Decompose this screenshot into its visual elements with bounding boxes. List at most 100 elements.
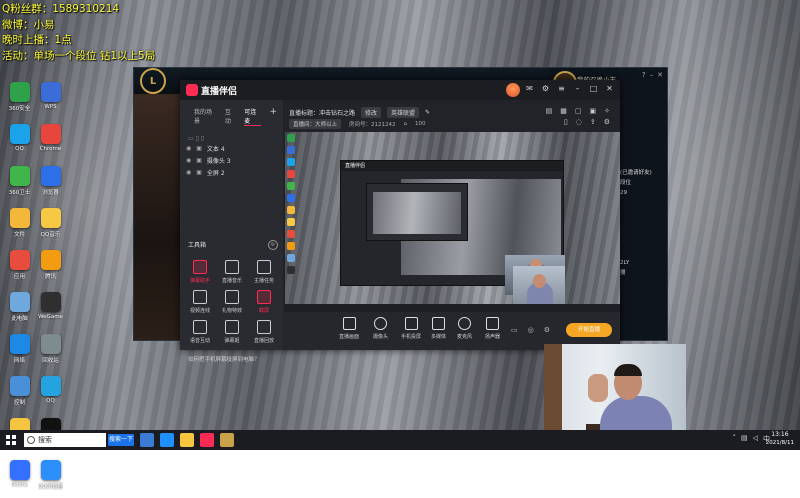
desktop-icon[interactable]: 浏览器 bbox=[35, 166, 66, 204]
clock-date: 2021/8/11 bbox=[765, 440, 794, 446]
tab-interact[interactable]: 互动 bbox=[225, 107, 236, 126]
desktop-icon[interactable]: 网络 bbox=[4, 334, 35, 372]
clock[interactable]: 13:16 2021/8/11 bbox=[766, 431, 794, 447]
settings-icon[interactable]: ⚙ bbox=[541, 84, 550, 93]
volume-icon[interactable]: ◁ bbox=[753, 434, 758, 444]
settings-icon[interactable]: ◎ bbox=[528, 326, 534, 334]
start-live-button[interactable]: 开始直播 bbox=[566, 323, 612, 337]
tool-item[interactable]: 视频连线 bbox=[184, 290, 216, 314]
desktop-icon[interactable]: 文件 bbox=[4, 208, 35, 246]
desktop-icon[interactable]: 360卫士 bbox=[4, 166, 35, 204]
desktop-icon[interactable]: 此电脑 bbox=[4, 292, 35, 330]
lol-app-icon[interactable] bbox=[220, 433, 234, 447]
minimize-icon[interactable]: – bbox=[573, 84, 582, 93]
edge-icon[interactable] bbox=[160, 433, 174, 447]
livestream-companion-window[interactable]: 直播伴侣 ✉ ⚙ ≡ – □ ✕ 我的场景 互动 可连麦 + ▭ ▯ ▯ ◉ ▣… bbox=[180, 80, 620, 350]
desktop-icon[interactable]: 回收站 bbox=[35, 334, 66, 372]
close-icon[interactable]: ✕ bbox=[657, 71, 663, 79]
add-scene-button[interactable]: + bbox=[269, 107, 277, 126]
lol-side-text: (已邀请好友) 段位 29 2LY 搜 bbox=[620, 100, 664, 278]
desktop-icon[interactable]: QQ浏览器 bbox=[35, 460, 66, 498]
phone-cast-button[interactable]: 手机投屏 bbox=[401, 317, 421, 340]
tool-icon bbox=[225, 260, 239, 274]
windows-start-icon[interactable] bbox=[6, 435, 16, 445]
message-icon[interactable]: ✉ bbox=[525, 84, 534, 93]
stream-preview[interactable]: 直播伴侣 bbox=[285, 132, 620, 312]
lock-icon[interactable]: ▣ bbox=[196, 157, 202, 164]
tab-my-scenes[interactable]: 我的场景 bbox=[194, 107, 217, 126]
tool-item[interactable]: 直播回放 bbox=[248, 320, 280, 344]
tool-item[interactable]: 直播音乐 bbox=[216, 260, 248, 284]
desktop-icon[interactable]: QQ音乐 bbox=[35, 208, 66, 246]
lock-icon[interactable]: ▣ bbox=[196, 169, 202, 176]
gear-icon[interactable]: ⚙ bbox=[268, 240, 278, 250]
close-icon[interactable]: ✕ bbox=[605, 84, 614, 93]
category-pill[interactable]: 英雄联盟 bbox=[387, 107, 420, 118]
desktop-icon[interactable]: 控制 bbox=[4, 376, 35, 414]
media-button[interactable]: 多媒体 bbox=[431, 317, 446, 340]
minimize-icon[interactable]: – bbox=[650, 71, 654, 79]
screen-capture-button[interactable]: 直播画面 bbox=[339, 317, 359, 340]
speaker-button[interactable]: 扬声器 bbox=[485, 317, 500, 340]
desktop-icon[interactable]: Feishu bbox=[4, 460, 35, 498]
desktop-icon[interactable]: 腾讯 bbox=[35, 250, 66, 288]
maximize-icon[interactable]: □ bbox=[589, 84, 598, 93]
help-icon[interactable]: ? bbox=[642, 71, 646, 79]
desktop-icon-label: QQ浏览器 bbox=[37, 484, 64, 490]
microphone-button[interactable]: 麦克风 bbox=[457, 317, 472, 340]
desktop-icon[interactable]: 应用 bbox=[4, 250, 35, 288]
camera-button[interactable]: 摄像头 bbox=[373, 317, 388, 340]
tool-label: 视频连线 bbox=[189, 308, 210, 314]
task-view-icon[interactable] bbox=[140, 433, 154, 447]
app-icon bbox=[40, 124, 61, 144]
eye-icon[interactable]: ◉ bbox=[186, 145, 191, 152]
tool-item[interactable]: 截屏 bbox=[248, 290, 280, 314]
desktop-icon-label: 应用 bbox=[13, 274, 25, 280]
desktop-icon[interactable]: 360安全 bbox=[4, 82, 35, 120]
source-item[interactable]: ◉ ▣ 文本 4 bbox=[186, 142, 283, 154]
network-icon[interactable]: ▤ bbox=[741, 434, 748, 444]
tab-co-host[interactable]: 可连麦 bbox=[244, 107, 262, 126]
live-info-row: 直播标题：冲击钻石之路 修改 英雄联盟 ✎ bbox=[289, 107, 430, 118]
pencil-icon[interactable]: ✎ bbox=[425, 109, 430, 116]
up-arrow-icon[interactable]: ˄ bbox=[732, 434, 736, 444]
lol-logo-icon[interactable]: L bbox=[140, 68, 166, 94]
share-icon[interactable]: ✧ bbox=[604, 107, 610, 115]
desktop-icon[interactable]: Chrome bbox=[35, 124, 66, 162]
tool-item[interactable]: 弹幕助手 bbox=[184, 260, 216, 284]
help-link[interactable]: 如何把手机屏幕投屏到电脑？ bbox=[188, 355, 260, 363]
pip-icon[interactable]: ▣ bbox=[590, 107, 597, 115]
explorer-icon[interactable] bbox=[180, 433, 194, 447]
gift-icon[interactable]: ▤ bbox=[546, 107, 553, 115]
tool-label: 直播音乐 bbox=[221, 278, 242, 284]
desktop-icon[interactable]: WPS bbox=[35, 82, 66, 120]
settings-icon[interactable]: ⚙ bbox=[604, 118, 610, 126]
desktop-icon[interactable]: QQ bbox=[4, 124, 35, 162]
app-icon bbox=[40, 250, 61, 270]
menu-icon[interactable]: ≡ bbox=[557, 84, 566, 93]
tool-item[interactable]: 语音互动 bbox=[184, 320, 216, 344]
livestream-app-icon[interactable] bbox=[200, 433, 214, 447]
chat-icon[interactable]: ▦ bbox=[560, 107, 567, 115]
source-item[interactable]: ◉ ▣ 全屏 2 bbox=[186, 166, 283, 178]
fullscreen-icon[interactable]: ▢ bbox=[575, 107, 582, 115]
tool-item[interactable]: 礼物特效 bbox=[216, 290, 248, 314]
main-top-icons-2: ▯ ◌ ⇪ ⚙ bbox=[564, 118, 610, 126]
tool-item[interactable]: 弹幕姬 bbox=[216, 320, 248, 344]
search-input[interactable]: 搜索 bbox=[24, 433, 106, 447]
stats-icon[interactable]: ▯ bbox=[564, 118, 568, 126]
desktop-icon[interactable]: QQ bbox=[35, 376, 66, 414]
search-button[interactable]: 搜索一下 bbox=[108, 434, 134, 446]
record-icon[interactable]: ▭ bbox=[511, 326, 518, 334]
avatar[interactable] bbox=[506, 83, 520, 97]
gear-icon[interactable]: ⚙ bbox=[544, 326, 550, 334]
edit-title-button[interactable]: 修改 bbox=[361, 107, 382, 118]
link-icon[interactable]: ◌ bbox=[576, 118, 582, 126]
desktop-icon[interactable]: WeGame bbox=[35, 292, 66, 330]
eye-icon[interactable]: ◉ bbox=[186, 157, 191, 164]
tool-item[interactable]: 主播任务 bbox=[248, 260, 280, 284]
source-item[interactable]: ◉ ▣ 摄像头 3 bbox=[186, 154, 283, 166]
share-icon[interactable]: ⇪ bbox=[590, 118, 596, 126]
lock-icon[interactable]: ▣ bbox=[196, 145, 202, 152]
eye-icon[interactable]: ◉ bbox=[186, 169, 191, 176]
